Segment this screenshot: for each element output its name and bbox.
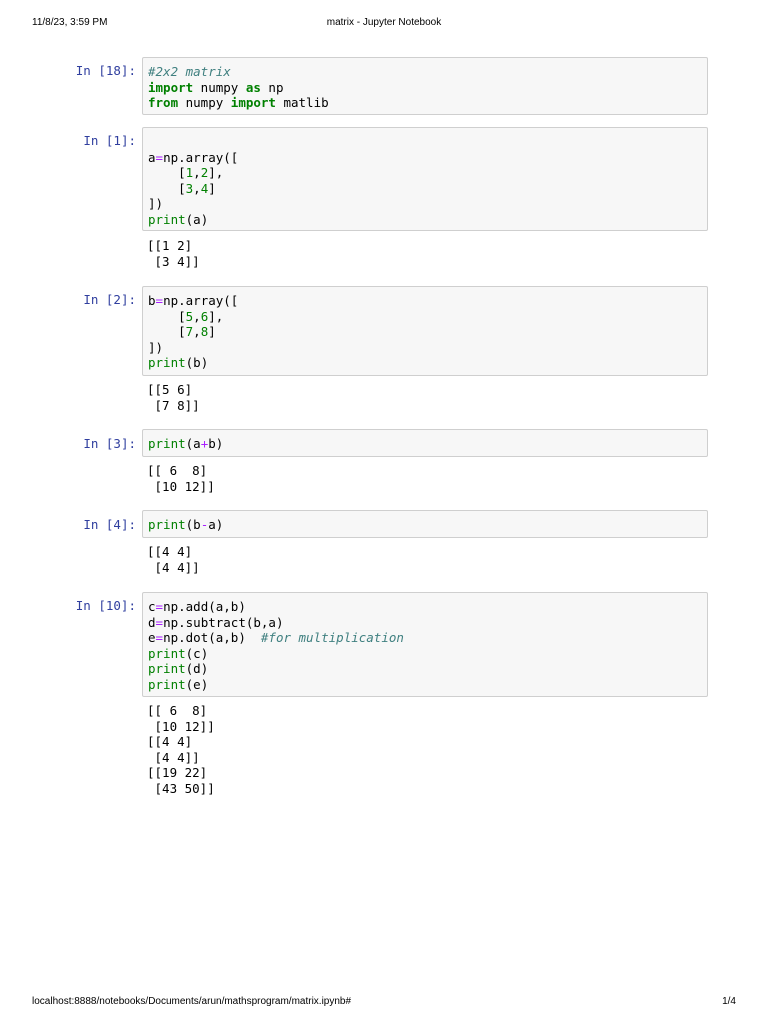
code-token: 3 xyxy=(185,180,194,196)
code-text[interactable]: b=np.array([ [5,6], [7,8] ]) print(b) xyxy=(143,287,707,377)
code-token: #for multiplication xyxy=(260,630,404,645)
input-prompt: In [10]: xyxy=(75,598,136,613)
code-token: 5 xyxy=(185,308,194,324)
cell-output: [[4 4] [4 4]] xyxy=(147,544,200,575)
input-prompt: In [2]: xyxy=(83,292,136,307)
code-token: 2 xyxy=(200,165,209,180)
code-text[interactable]: c=np.add(a,b) d=np.subtract(b,a) e=np.do… xyxy=(143,593,707,698)
code-token: as xyxy=(245,79,261,95)
page-title: matrix - Jupyter Notebook xyxy=(326,17,442,28)
code-token: 6 xyxy=(200,308,209,324)
code-input[interactable]: print(a+b) xyxy=(142,429,708,457)
code-token: print xyxy=(148,355,186,370)
input-prompt: In [4]: xyxy=(83,517,136,532)
page-url: localhost:8888/notebooks/Documents/arun/… xyxy=(32,996,352,1007)
code-input[interactable]: #2x2 matrix import numpy as np from nump… xyxy=(142,57,708,115)
code-input[interactable]: a=np.array([ [1,2], [3,4] ]) print(a) xyxy=(142,127,708,231)
code-token: 4 xyxy=(200,180,209,196)
cell-output: [[ 6 8] [10 12]] [[4 4] [4 4]] [[19 22] … xyxy=(147,703,215,796)
code-token: import xyxy=(148,79,194,95)
input-prompt: In [1]: xyxy=(83,133,136,148)
code-token: print xyxy=(148,645,186,661)
code-text[interactable]: #2x2 matrix import numpy as np from nump… xyxy=(143,58,707,117)
code-token: print xyxy=(148,436,186,451)
cell-output: [[ 6 8] [10 12]] xyxy=(147,463,215,494)
print-header: 11/8/23, 3:59 PM matrix - Jupyter Notebo… xyxy=(32,17,736,31)
code-token: = xyxy=(155,599,164,614)
code-token: + xyxy=(200,436,209,451)
cell-output: [[5 6] [7 8]] xyxy=(147,382,200,413)
code-token: #2x2 matrix xyxy=(148,64,231,79)
code-token: = xyxy=(155,293,164,308)
code-token: - xyxy=(200,517,209,532)
code-text[interactable]: a=np.array([ [1,2], [3,4] ]) print(a) xyxy=(143,128,707,233)
cell-output: [[1 2] [3 4]] xyxy=(147,238,200,269)
code-token: = xyxy=(155,149,164,165)
code-token: print xyxy=(148,211,186,227)
code-token: print xyxy=(148,661,186,676)
code-token: 8 xyxy=(200,324,209,339)
code-token: = xyxy=(155,630,164,645)
input-prompt: In [3]: xyxy=(83,436,136,451)
print-footer: localhost:8888/notebooks/Documents/arun/… xyxy=(32,996,736,1010)
code-token: 7 xyxy=(185,324,194,339)
page-number: 1/4 xyxy=(722,996,736,1007)
code-text[interactable]: print(a+b) xyxy=(143,430,707,458)
code-token: 1 xyxy=(185,165,194,180)
code-token: import xyxy=(230,95,276,110)
code-token: print xyxy=(148,676,186,692)
code-token: = xyxy=(155,614,164,630)
code-token: from xyxy=(148,95,179,110)
code-input[interactable]: c=np.add(a,b) d=np.subtract(b,a) e=np.do… xyxy=(142,592,708,697)
code-input[interactable]: b=np.array([ [5,6], [7,8] ]) print(b) xyxy=(142,286,708,376)
code-input[interactable]: print(b-a) xyxy=(142,510,708,538)
code-token: print xyxy=(148,517,186,532)
code-text[interactable]: print(b-a) xyxy=(143,511,707,539)
input-prompt: In [18]: xyxy=(75,63,136,78)
